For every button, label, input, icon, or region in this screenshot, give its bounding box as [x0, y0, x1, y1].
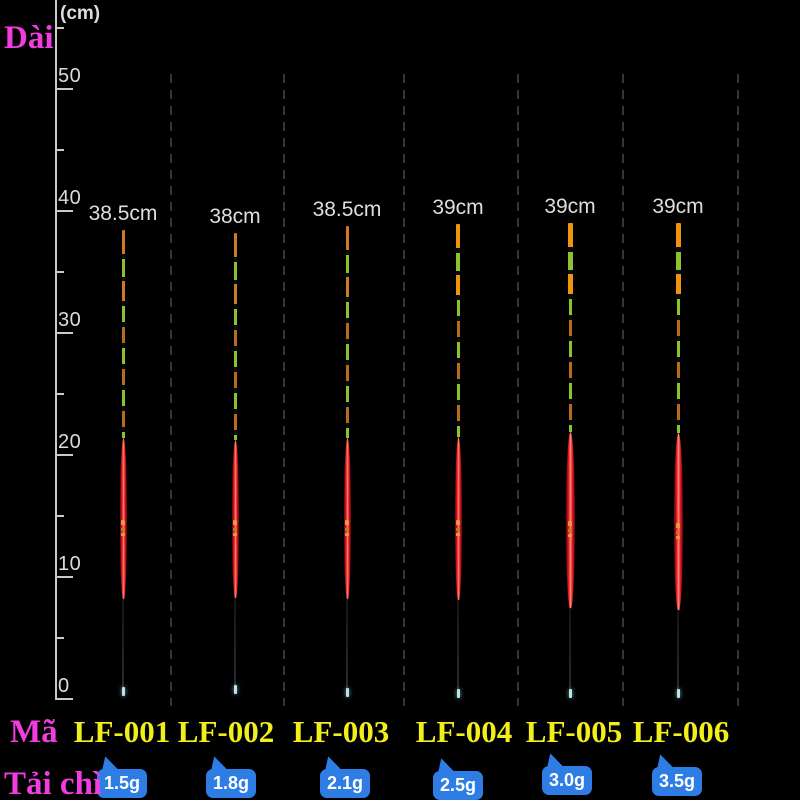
- float-stem: [677, 610, 679, 697]
- weight-badge: 2.5g: [433, 757, 483, 800]
- float-stem-tip: [568, 689, 572, 698]
- float-gold-marking: [676, 523, 680, 541]
- ruler-major-tick: [55, 88, 73, 90]
- ruler-unit-label: (cm): [60, 3, 101, 24]
- float-length-label: 39cm: [652, 195, 704, 218]
- float-antenna: [121, 306, 125, 438]
- ruler-minor-tick: [55, 393, 64, 395]
- float-length-label: 39cm: [432, 196, 484, 219]
- float-stem: [457, 600, 459, 697]
- weight-badge-label: 3.0g: [548, 770, 586, 790]
- weight-badge-label: 2.1g: [326, 773, 364, 793]
- float-antenna-top: [345, 226, 349, 302]
- float-length-label: 39cm: [544, 195, 596, 218]
- ruler-tick-label: 0: [58, 675, 70, 697]
- weight-badge: 1.5g: [97, 755, 147, 798]
- separator-line: [622, 74, 624, 706]
- separator-line: [170, 74, 172, 706]
- float-antenna-top: [121, 230, 125, 306]
- fishing-float-size-diagram: (cm) Dài 50 40 30 20 10 0 38.5cm LF-001 1.5g 38c…: [0, 0, 800, 800]
- float-antenna-top: [456, 224, 460, 300]
- float-length-label: 38.5cm: [88, 202, 158, 225]
- ruler-minor-tick: [55, 27, 64, 29]
- float-antenna: [233, 309, 237, 440]
- float-gold-marking: [233, 520, 237, 538]
- weight-badge: 1.8g: [206, 755, 256, 798]
- weight-badge-label: 1.5g: [103, 773, 141, 793]
- float-stem-tip: [121, 687, 125, 696]
- ruler-major-tick: [55, 332, 73, 334]
- weight-badge-pointer: [655, 753, 674, 770]
- ruler-major-tick: [55, 454, 73, 456]
- separator-line: [283, 74, 285, 706]
- weight-badge: 3.5g: [652, 753, 702, 796]
- length-axis-label: Dài: [4, 20, 54, 56]
- weight-badge-label: 3.5g: [658, 771, 696, 791]
- ruler-minor-tick: [55, 515, 64, 517]
- ruler-line: [55, 0, 57, 700]
- float-antenna-top: [675, 223, 681, 299]
- weight-badge-pointer: [436, 757, 455, 774]
- float-stem: [346, 599, 348, 696]
- separator-line: [737, 74, 739, 706]
- ruler-tick-label: 20: [58, 431, 82, 453]
- weight-badge-label: 1.8g: [212, 773, 250, 793]
- float-stem-tip: [233, 685, 237, 694]
- weight-badge-pointer: [209, 755, 228, 772]
- weight-row-label: Tải chì: [4, 766, 103, 800]
- float-code-label: LF-003: [292, 714, 390, 749]
- ruler-minor-tick: [55, 637, 64, 639]
- float-code-label: LF-005: [525, 714, 623, 749]
- float-gold-marking: [568, 521, 572, 539]
- ruler-tick-label: 30: [58, 309, 82, 331]
- float-length-label: 38.5cm: [312, 198, 382, 221]
- weight-badge: 2.1g: [320, 755, 370, 798]
- weight-badge: 3.0g: [542, 752, 592, 795]
- float-stem-tip: [456, 689, 460, 698]
- ruler-major-tick: [55, 698, 73, 700]
- ruler-tick-label: 10: [58, 553, 82, 575]
- float-stem: [122, 599, 124, 695]
- float-gold-marking: [345, 520, 349, 538]
- ruler-tick-label: 50: [58, 65, 82, 87]
- float-gold-marking: [456, 520, 460, 538]
- float-code-label: LF-001: [73, 714, 171, 749]
- ruler-minor-tick: [55, 149, 64, 151]
- weight-badge-pointer: [100, 755, 119, 772]
- separator-line: [403, 74, 405, 706]
- float-antenna-top: [233, 233, 237, 309]
- ruler-tick-label: 40: [58, 187, 82, 209]
- separator-line: [517, 74, 519, 706]
- float-code-label: LF-006: [632, 714, 730, 749]
- ruler-major-tick: [55, 210, 73, 212]
- float-antenna: [568, 299, 572, 432]
- float-antenna: [676, 299, 680, 433]
- float-antenna: [345, 302, 349, 438]
- weight-badge-pointer: [545, 752, 564, 769]
- float-code-label: LF-004: [415, 714, 513, 749]
- float-stem: [569, 608, 571, 697]
- float-antenna-top: [567, 223, 573, 299]
- float-code-label: LF-002: [177, 714, 275, 749]
- weight-badge-label: 2.5g: [439, 775, 477, 795]
- float-stem: [234, 598, 236, 693]
- ruler-minor-tick: [55, 271, 64, 273]
- weight-badge-pointer: [323, 755, 342, 772]
- code-row-label: Mã: [10, 714, 58, 750]
- float-stem-tip: [345, 688, 349, 697]
- float-gold-marking: [121, 520, 125, 538]
- float-stem-tip: [676, 689, 680, 698]
- float-antenna: [456, 300, 460, 437]
- ruler-major-tick: [55, 576, 73, 578]
- float-length-label: 38cm: [209, 205, 261, 228]
